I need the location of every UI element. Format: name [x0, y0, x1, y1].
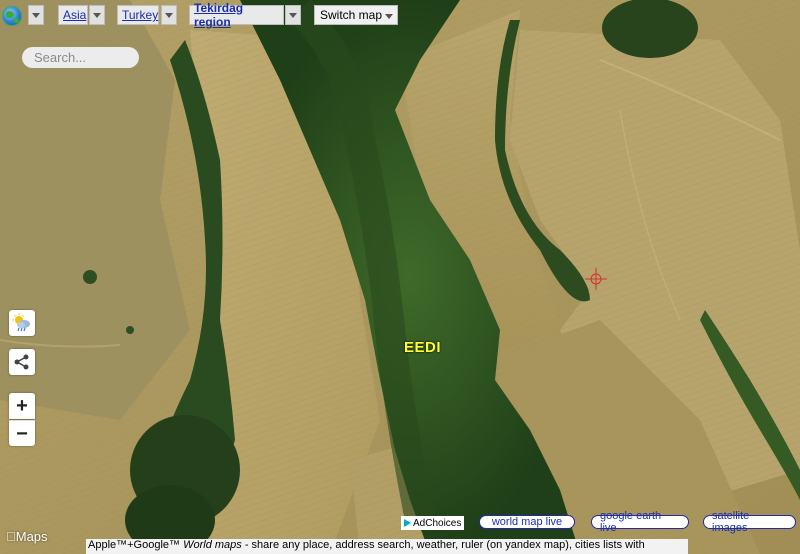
country-link[interactable]: Turkey — [118, 8, 162, 22]
country-button[interactable]: Turkey — [117, 5, 159, 25]
globe-icon[interactable] — [2, 6, 22, 26]
weather-button[interactable] — [9, 310, 35, 336]
globe-dropdown-arrow[interactable] — [28, 5, 44, 25]
adchoices-button[interactable]: AdChoices — [401, 516, 465, 530]
region-link[interactable]: Tekirdag region — [190, 1, 283, 29]
share-icon — [14, 354, 29, 370]
zoom-out-icon: − — [16, 422, 28, 445]
search-input[interactable] — [22, 47, 139, 68]
switch-map-label: Switch map — [319, 8, 383, 22]
footer-brand: Apple™+Google™ — [88, 539, 181, 551]
satellite-imagery — [0, 0, 800, 554]
continent-link[interactable]: Asia — [59, 8, 90, 22]
region-button[interactable]: Tekirdag region — [189, 1, 284, 29]
adchoices-label: AdChoices — [413, 517, 462, 529]
country-dropdown-arrow[interactable] — [161, 5, 177, 25]
share-button[interactable] — [9, 349, 35, 375]
zoom-in-icon: + — [16, 395, 28, 417]
place-label: EEDI — [404, 339, 442, 356]
apple-logo-icon:  — [6, 529, 16, 544]
crosshair-icon — [585, 268, 607, 290]
zoom-in-button[interactable]: + — [9, 393, 35, 419]
footer-text: - share any place, address search, weath… — [241, 539, 645, 551]
google-earth-live-button[interactable]: google earth live — [591, 510, 689, 534]
world-map-live-button[interactable]: world map live — [479, 515, 575, 529]
region-dropdown-arrow[interactable] — [285, 5, 301, 25]
footer-banner: Apple™+Google™ World maps - share any pl… — [86, 539, 688, 554]
apple-maps-logo: Maps — [6, 529, 48, 544]
satellite-images-button[interactable]: satellite images — [703, 510, 796, 534]
adchoices-icon — [404, 519, 411, 527]
footer-title: World maps — [183, 539, 242, 551]
satellite-images-label: satellite images — [712, 510, 750, 534]
continent-button[interactable]: Asia — [58, 5, 88, 25]
apple-maps-label: Maps — [6, 529, 48, 544]
switch-map-arrow[interactable] — [385, 14, 393, 19]
google-earth-live-label: google earth live — [600, 510, 662, 534]
world-map-live-label: world map live — [491, 516, 563, 528]
weather-icon — [12, 313, 30, 332]
continent-dropdown-arrow[interactable] — [89, 5, 105, 25]
zoom-out-button[interactable]: − — [9, 420, 35, 446]
satellite-map[interactable] — [0, 0, 800, 554]
